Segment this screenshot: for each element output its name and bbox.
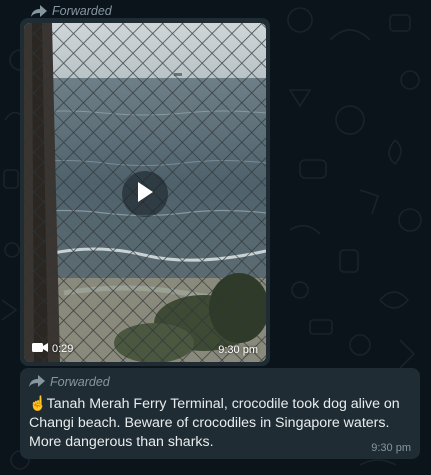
forwarded-text: Forwarded (52, 4, 112, 18)
play-button[interactable] (122, 171, 168, 217)
video-camera-icon (32, 342, 48, 356)
duration-text: 0:29 (52, 343, 74, 355)
text-message-bubble[interactable]: Forwarded ☝Tanah Merah Ferry Terminal, c… (20, 368, 420, 459)
message-text: Tanah Merah Ferry Terminal, crocodile to… (29, 396, 400, 450)
message-timestamp: 9:30 pm (371, 442, 411, 454)
message-body: ☝Tanah Merah Ferry Terminal, crocodile t… (29, 395, 411, 452)
play-icon (136, 181, 154, 208)
forwarded-label: Forwarded (29, 374, 411, 390)
video-duration: 0:29 (32, 342, 73, 356)
forward-arrow-icon (29, 374, 45, 390)
pointing-up-emoji: ☝ (29, 396, 47, 412)
forwarded-label-top: Forwarded (31, 3, 112, 19)
video-thumbnail[interactable]: 0:29 9:30 pm (24, 23, 266, 362)
video-timestamp: 9:30 pm (218, 344, 258, 356)
forward-arrow-icon (31, 5, 47, 17)
forwarded-text: Forwarded (50, 375, 110, 389)
video-message-bubble[interactable]: 0:29 9:30 pm (20, 18, 270, 366)
